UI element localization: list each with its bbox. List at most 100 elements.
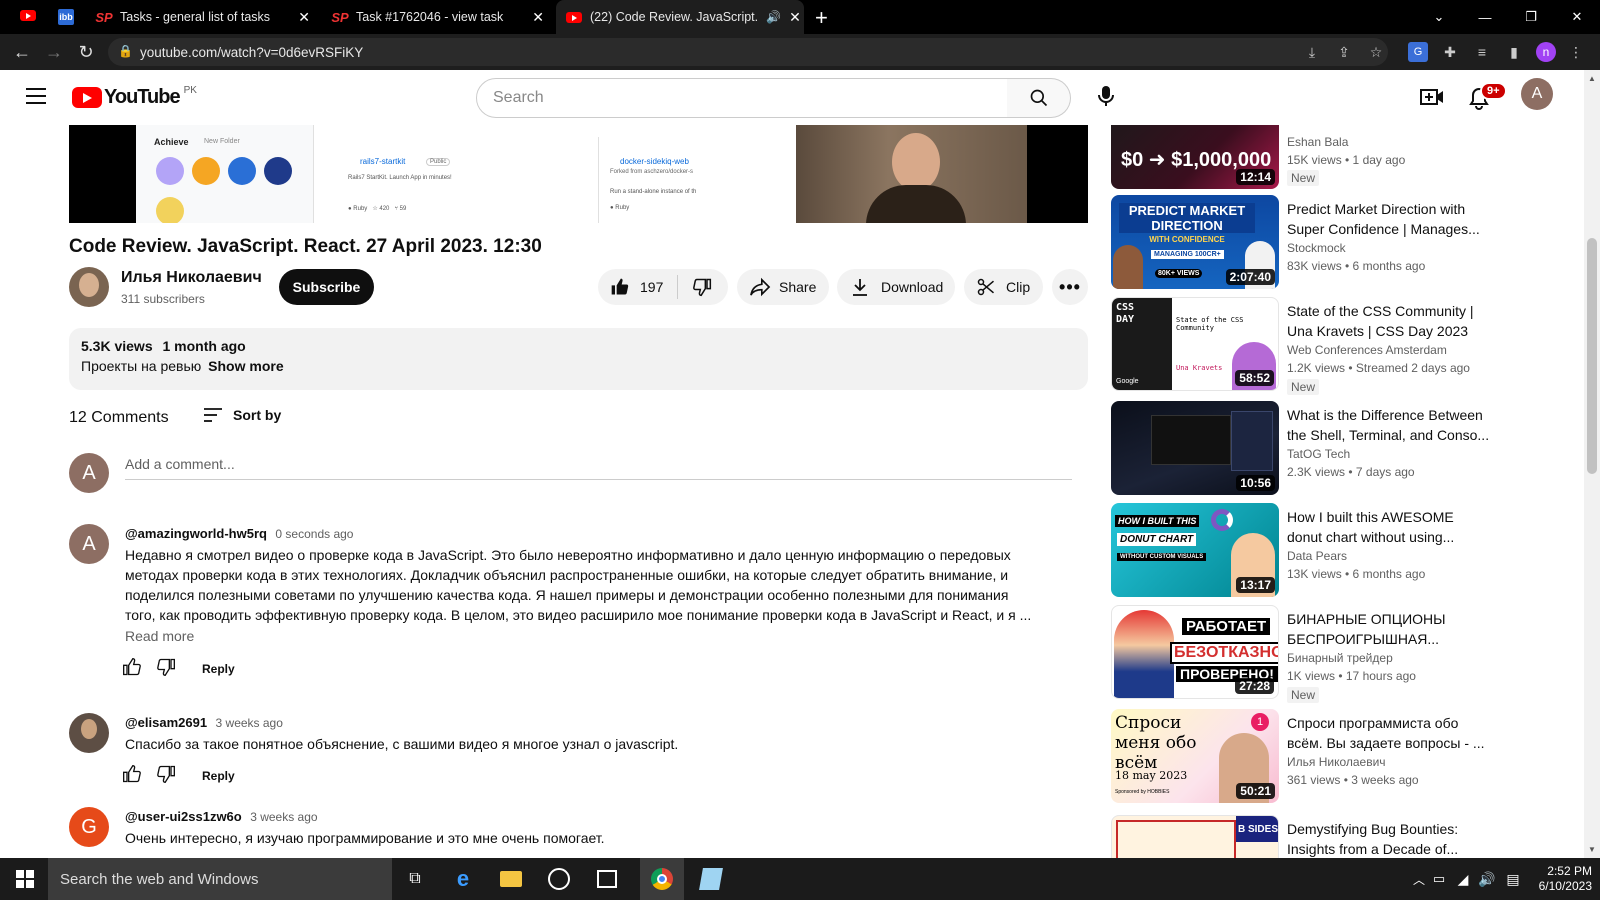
video-title[interactable]: Спроси программиста обо всём. Вы задаете… — [1287, 713, 1492, 753]
related-video[interactable]: HOW I BUILT THIS DONUT CHART WITHOUT CUS… — [1111, 503, 1491, 599]
close-icon[interactable]: ✕ — [789, 9, 801, 26]
video-thumbnail[interactable]: PREDICT MARKET DIRECTION WITH CONFIDENCE… — [1111, 195, 1279, 289]
page-scrollbar[interactable]: ▲ ▼ — [1584, 70, 1600, 858]
video-title[interactable]: БИНАРНЫЕ ОПЦИОНЫ БЕСПРОИГРЫШНАЯ... — [1287, 609, 1492, 649]
speaker-icon[interactable]: 🔊 — [766, 10, 781, 24]
show-more-link[interactable]: Show more — [208, 358, 283, 374]
profile-avatar[interactable]: n — [1536, 42, 1556, 62]
task-view-icon[interactable]: ⧉ — [400, 864, 430, 894]
clip-button[interactable]: Clip — [964, 269, 1043, 305]
back-icon[interactable]: ← — [10, 40, 34, 64]
video-title[interactable]: State of the CSS Community | Una Kravets… — [1287, 301, 1492, 341]
video-thumbnail[interactable]: CSS DAY Google State of the CSS Communit… — [1111, 297, 1279, 391]
comment-dislike-button[interactable] — [156, 657, 176, 680]
dislike-button[interactable] — [678, 277, 712, 297]
related-video[interactable]: РАБОТАЕТ БЕЗОТКАЗНО ПРОВЕРЕНО! 27:28 БИН… — [1111, 605, 1492, 703]
video-title[interactable]: Predict Market Direction with Super Conf… — [1287, 199, 1492, 239]
store-icon[interactable] — [592, 864, 622, 894]
comment-time[interactable]: 3 weeks ago — [216, 716, 283, 730]
related-video[interactable]: Спроси меня обо всём 18 may 2023 Sponsor… — [1111, 709, 1491, 805]
comment-time[interactable]: 0 seconds ago — [275, 527, 353, 541]
account-avatar[interactable]: A — [1521, 78, 1553, 110]
comment-time[interactable]: 3 weeks ago — [250, 810, 317, 824]
comment-author[interactable]: @elisam2691 — [125, 715, 207, 730]
video-player[interactable]: Achieve New Folder rails7-startkit Publi… — [69, 125, 1088, 223]
video-title[interactable]: What is the Difference Between the Shell… — [1287, 405, 1492, 445]
related-video[interactable]: CSS DAY Google State of the CSS Communit… — [1111, 297, 1492, 395]
like-button[interactable]: 197 — [598, 275, 679, 299]
search-input[interactable]: Search — [476, 78, 1008, 118]
download-button[interactable]: Download — [837, 269, 955, 305]
comment-dislike-button[interactable] — [156, 764, 176, 787]
clock[interactable]: 2:52 PM 6/10/2023 — [1526, 864, 1592, 894]
video-thumbnail[interactable]: 10:56 — [1111, 401, 1279, 495]
whatsapp-icon[interactable] — [544, 864, 574, 894]
translate-icon[interactable]: G — [1408, 42, 1428, 62]
reply-button[interactable]: Reply — [202, 662, 235, 676]
create-video-button[interactable] — [1420, 86, 1444, 113]
close-window-button[interactable]: ✕ — [1554, 0, 1600, 34]
close-icon[interactable]: ✕ — [532, 9, 544, 26]
related-video[interactable]: B SIDES Demystifying Bug Bounties: Insig… — [1111, 815, 1491, 858]
comment-like-button[interactable] — [122, 764, 142, 787]
video-thumbnail[interactable]: B SIDES — [1111, 815, 1279, 858]
browser-tab-3-active[interactable]: (22) Code Review. JavaScript. 🔊 ✕ — [556, 0, 804, 34]
media-icon[interactable]: ≡ — [1472, 42, 1492, 62]
file-explorer-icon[interactable] — [496, 864, 526, 894]
browser-tab-1[interactable]: SP Tasks - general list of tasks ✕ — [86, 0, 320, 34]
ibb-pinned-icon[interactable]: ibb — [58, 9, 74, 25]
start-button[interactable] — [10, 864, 40, 894]
install-icon[interactable]: ⤓ — [1302, 42, 1322, 62]
comment-author[interactable]: @amazingworld-hw5rq — [125, 526, 267, 541]
search-button[interactable] — [1007, 78, 1071, 118]
comment-avatar[interactable]: A — [69, 524, 109, 564]
related-video[interactable]: $0 ➜ $1,000,000 12:14 Eshan Bala 15K vie… — [1111, 125, 1491, 191]
maximize-button[interactable]: ❐ — [1508, 0, 1554, 34]
video-title[interactable]: Demystifying Bug Bounties: Insights from… — [1287, 819, 1492, 858]
tab-search-icon[interactable]: ⌄ — [1416, 0, 1462, 34]
voice-search-button[interactable] — [1096, 84, 1116, 113]
video-title[interactable]: How I built this AWESOME donut chart wit… — [1287, 507, 1492, 547]
read-more-link[interactable]: Read more — [125, 628, 194, 644]
channel-name[interactable]: Бинарный трейдер — [1287, 651, 1393, 665]
notifications-button[interactable]: 9+ — [1468, 82, 1507, 115]
sort-by-button[interactable]: Sort by — [203, 407, 281, 423]
video-thumbnail[interactable]: HOW I BUILT THIS DONUT CHART WITHOUT CUS… — [1111, 503, 1279, 597]
channel-name[interactable]: TatOG Tech — [1287, 447, 1350, 461]
minimize-button[interactable]: — — [1462, 0, 1508, 34]
channel-name[interactable]: Eshan Bala — [1287, 135, 1348, 149]
extensions-icon[interactable]: ✚ — [1440, 42, 1460, 62]
subscribe-button[interactable]: Subscribe — [279, 269, 374, 305]
video-thumbnail[interactable]: $0 ➜ $1,000,000 12:14 — [1111, 125, 1279, 189]
channel-name[interactable]: Web Conferences Amsterdam — [1287, 343, 1447, 357]
comment-avatar[interactable] — [69, 713, 109, 753]
scroll-down-arrow[interactable]: ▼ — [1588, 845, 1596, 854]
video-thumbnail[interactable]: Спроси меня обо всём 18 may 2023 Sponsor… — [1111, 709, 1279, 803]
share-page-icon[interactable]: ⇪ — [1334, 42, 1354, 62]
youtube-pinned-icon[interactable] — [20, 10, 36, 21]
channel-name[interactable]: Илья Николаевич — [1287, 755, 1386, 769]
browser-tab-2[interactable]: SP Task #1762046 - view task ✕ — [322, 0, 554, 34]
new-tab-button[interactable]: + — [815, 5, 828, 31]
share-button[interactable]: Share — [737, 269, 829, 305]
side-panel-icon[interactable]: ▮ — [1504, 42, 1524, 62]
edge-icon[interactable]: e — [448, 864, 478, 894]
related-video[interactable]: 10:56 What is the Difference Between the… — [1111, 401, 1491, 497]
forward-icon[interactable]: → — [42, 40, 66, 64]
chrome-icon[interactable] — [640, 858, 684, 900]
video-thumbnail[interactable]: РАБОТАЕТ БЕЗОТКАЗНО ПРОВЕРЕНО! 27:28 — [1111, 605, 1279, 699]
notification-center-icon[interactable]: ▤ — [1498, 864, 1528, 894]
comment-author[interactable]: @user-ui2ss1zw6o — [125, 809, 242, 824]
browser-menu-icon[interactable]: ⋮ — [1566, 42, 1586, 62]
scroll-up-arrow[interactable]: ▲ — [1588, 74, 1596, 83]
youtube-logo[interactable]: YouTube PK — [72, 85, 197, 109]
add-comment-input[interactable]: Add a comment... — [125, 456, 1072, 480]
description-box[interactable]: 5.3K views 1 month ago Проекты на ревью … — [69, 328, 1088, 390]
bookmark-star-icon[interactable]: ☆ — [1366, 42, 1386, 62]
close-icon[interactable]: ✕ — [298, 9, 310, 26]
reply-button[interactable]: Reply — [202, 769, 235, 783]
menu-icon[interactable] — [26, 88, 46, 104]
comment-like-button[interactable] — [122, 657, 142, 680]
more-actions-button[interactable]: ••• — [1052, 269, 1088, 305]
related-video[interactable]: PREDICT MARKET DIRECTION WITH CONFIDENCE… — [1111, 195, 1491, 291]
